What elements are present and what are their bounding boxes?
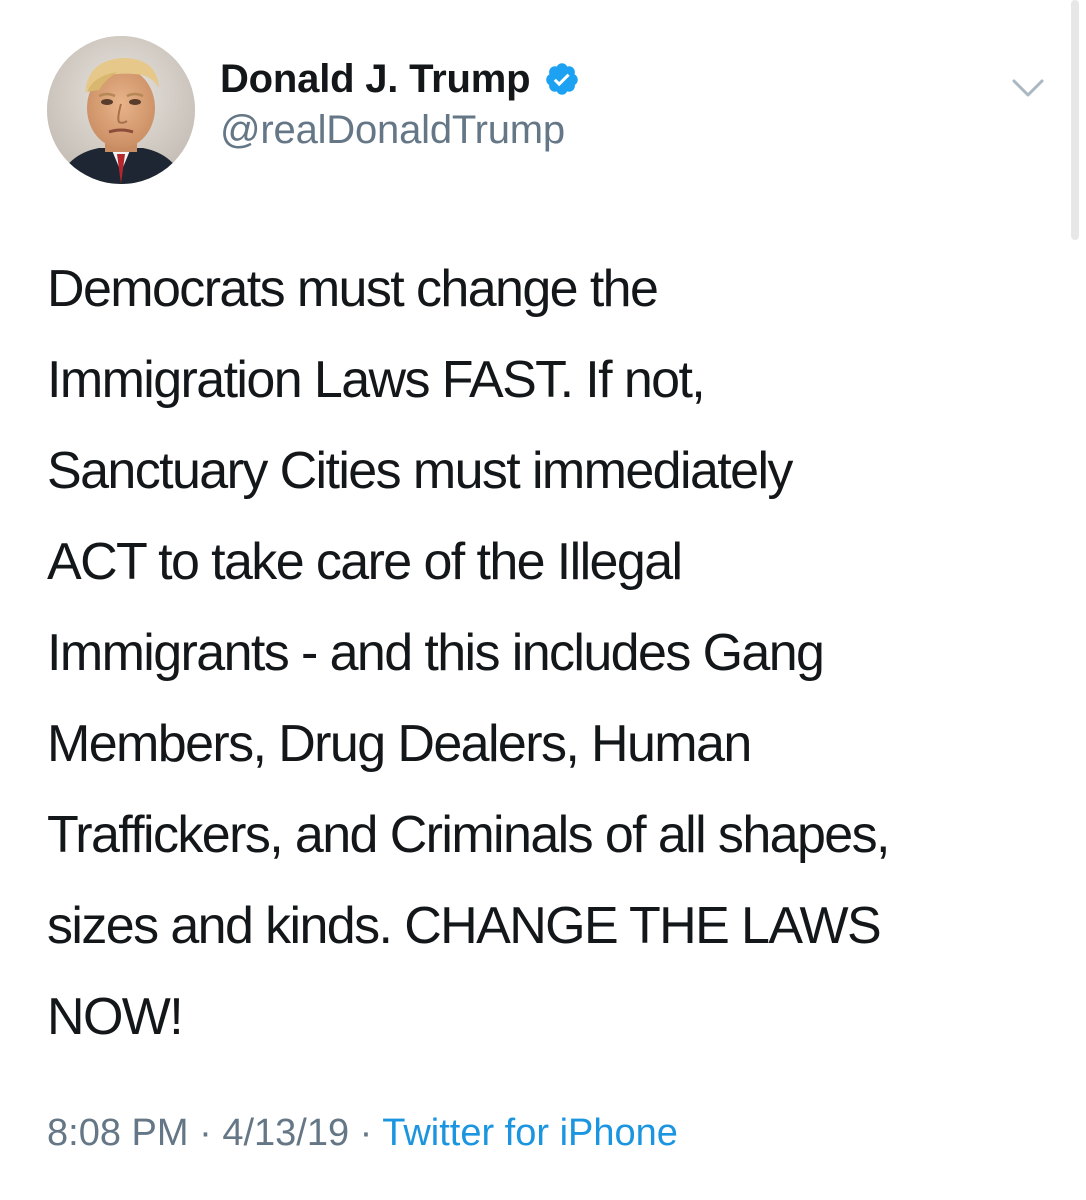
tweet-text-line: sizes and kinds. CHANGE THE LAWS [47,897,882,955]
tweet-text-line: ACT to take care of the Illegal [47,533,683,591]
tweet-card: Donald J. Trump @realDonaldTrump Democra… [0,0,1086,1200]
author-name-row[interactable]: Donald J. Trump [220,54,580,104]
tweet-text-line: Traffickers, and Criminals of all shapes… [47,806,890,864]
tweet-text-line: Sanctuary Cities must immediately [47,442,793,500]
tweet-text-line: NOW! [47,988,184,1046]
tweet-text-line: Immigrants - and this includes Gang [47,624,825,682]
tweet-text-line: Democrats must change the [47,260,659,318]
meta-separator: · [199,1112,212,1154]
chevron-down-icon[interactable] [1008,73,1048,103]
avatar-photo [47,36,195,184]
tweet-text-line: Immigration Laws FAST. If not, [47,351,706,409]
tweet-text: Democrats must change the Immigration La… [47,244,1047,1063]
meta-separator: · [359,1112,373,1154]
avatar[interactable] [47,36,195,184]
scrollbar[interactable] [1071,0,1079,240]
tweet-meta: 8:08 PM · 4/13/19 · Twitter for iPhone [47,1112,678,1155]
author-handle[interactable]: @realDonaldTrump [220,108,565,153]
tweet-text-line: Members, Drug Dealers, Human [47,715,752,773]
tweet-source-link[interactable]: Twitter for iPhone [382,1112,678,1154]
tweet-date[interactable]: 4/13/19 [222,1112,349,1154]
tweet-time[interactable]: 8:08 PM [47,1112,189,1154]
verified-badge-icon [544,61,580,97]
author-display-name[interactable]: Donald J. Trump [220,57,531,102]
